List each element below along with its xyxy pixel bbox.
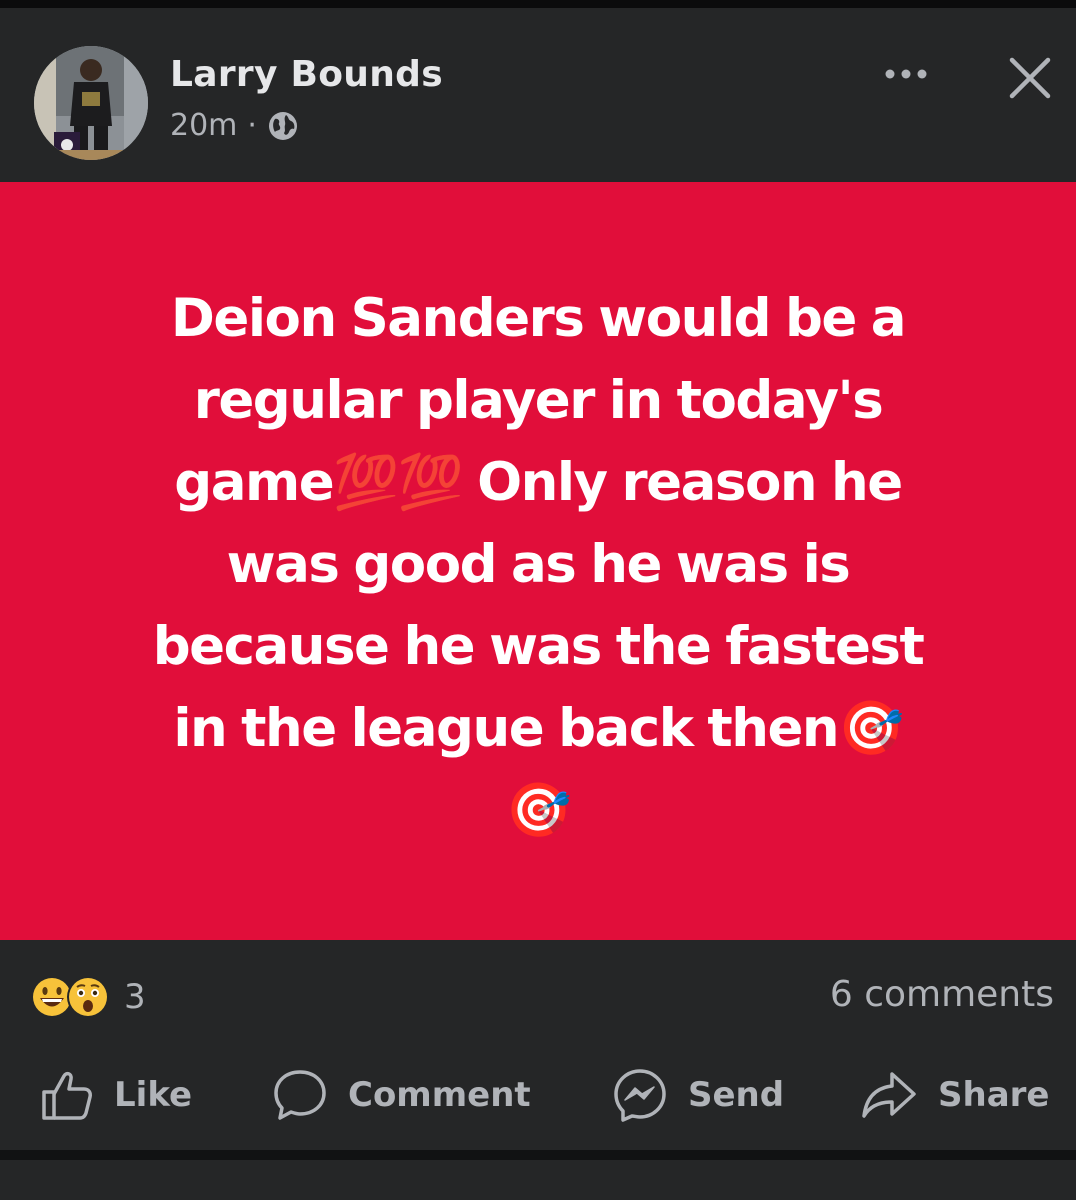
comment-label: Comment: [348, 1075, 531, 1115]
share-arrow-icon: [862, 1072, 916, 1118]
next-post-card: [0, 1160, 1076, 1200]
surprised-face-icon: [66, 975, 110, 1019]
like-button[interactable]: Like: [40, 1060, 192, 1130]
post-header: Larry Bounds 20m ·: [0, 8, 1076, 182]
bottom-divider: [0, 1150, 1076, 1160]
top-divider: [0, 0, 1076, 8]
like-label: Like: [114, 1075, 193, 1115]
post-card: Larry Bounds 20m · Deion Sanders would b…: [0, 0, 1076, 1200]
reaction-count: 3: [124, 977, 146, 1017]
send-button[interactable]: Send: [612, 1060, 784, 1130]
comment-button[interactable]: Comment: [272, 1060, 531, 1130]
share-button[interactable]: Share: [860, 1060, 1049, 1130]
action-bar: Like Comment Send Share: [0, 1060, 1076, 1130]
globe-icon[interactable]: [267, 110, 299, 142]
meta-separator: ·: [247, 108, 257, 143]
close-button[interactable]: [1004, 52, 1056, 104]
send-label: Send: [688, 1075, 785, 1115]
more-dots-icon: [885, 69, 927, 79]
close-icon: [1009, 57, 1051, 99]
messenger-icon: [614, 1069, 666, 1122]
thumbs-up-icon: [42, 1071, 92, 1120]
share-label: Share: [938, 1075, 1050, 1115]
post-timestamp[interactable]: 20m: [170, 108, 237, 143]
post-text: Deion Sanders would be a regular player …: [152, 288, 925, 841]
avatar[interactable]: [34, 46, 148, 160]
comments-count[interactable]: 6 comments: [830, 974, 1054, 1015]
more-options-button[interactable]: [876, 52, 936, 92]
reactions-summary[interactable]: 3: [30, 972, 146, 1022]
post-meta: 20m ·: [170, 108, 299, 143]
speech-bubble-icon: [274, 1070, 326, 1120]
author-name[interactable]: Larry Bounds: [170, 54, 443, 95]
